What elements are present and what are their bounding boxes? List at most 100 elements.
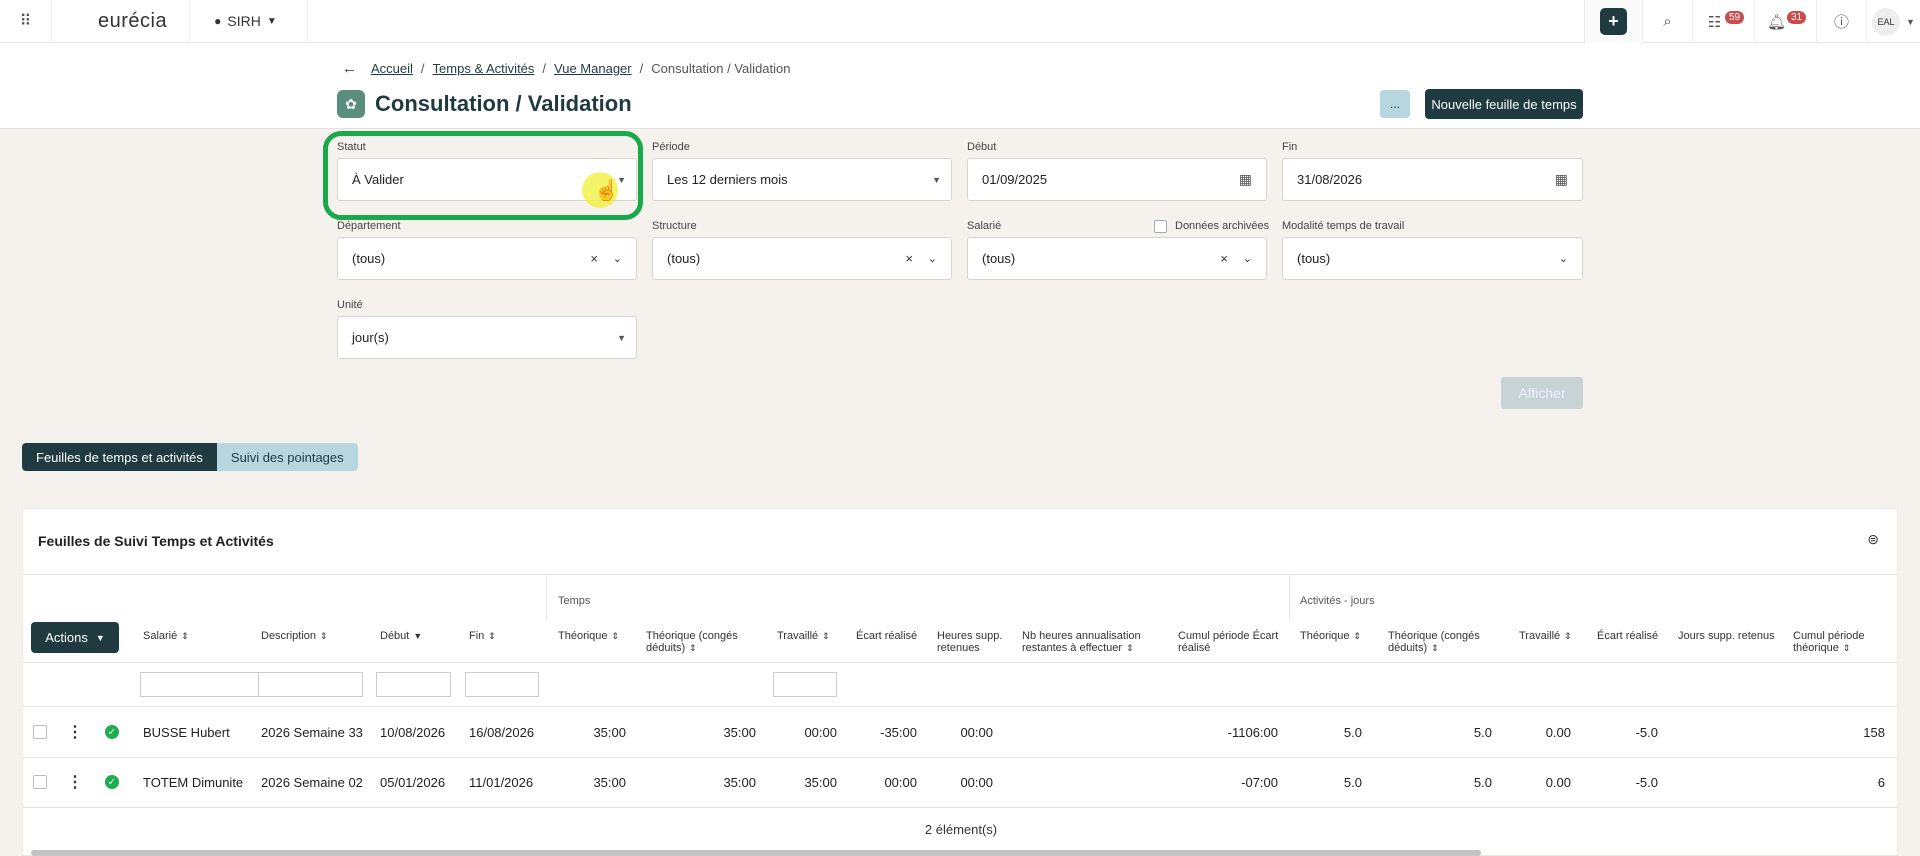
row-checkbox[interactable]: [33, 725, 47, 739]
unite-select[interactable]: jour(s) ▼: [337, 316, 637, 359]
cell-debut: 05/01/2026: [380, 775, 446, 790]
cell-cumul-ecart: -07:00: [1241, 775, 1278, 790]
tasks-icon: ☷: [1707, 13, 1722, 31]
top-bar: ⠿ eurécia ● SIRH ▼ + ⌕ ☷ 59 🔔︎ 31 ⓘ EAL ▼: [0, 0, 1920, 43]
col-travaille-label: Travaillé: [777, 630, 819, 642]
unite-value: jour(s): [352, 330, 389, 345]
debut-date-input[interactable]: 01/09/2025 ▦: [967, 158, 1267, 201]
col-a-ecart: Écart réalisé: [1597, 630, 1659, 642]
horizontal-scrollbar[interactable]: [31, 850, 1481, 856]
afficher-button[interactable]: Afficher: [1501, 377, 1583, 409]
col-a-travaille[interactable]: Travaillé ⇕: [1519, 630, 1572, 642]
filter-description-input[interactable]: [258, 672, 363, 697]
caret-down-icon: ▼: [617, 332, 626, 343]
actions-button[interactable]: Actions ▼: [31, 622, 119, 653]
page-title: Consultation / Validation: [375, 91, 632, 116]
tab-feuilles[interactable]: Feuilles de temps et activités: [22, 443, 217, 471]
divider: [23, 706, 1899, 707]
col-nb-heures-label: Nb heures annualisation restantes à effe…: [1022, 630, 1141, 654]
cell-a-theorique-conges: 5.0: [1473, 725, 1492, 740]
breadcrumb-current: Consultation / Validation: [651, 61, 791, 76]
breadcrumb-manager[interactable]: Vue Manager: [554, 61, 632, 76]
col-a-cumul-label: Cumul période théorique: [1793, 630, 1865, 654]
actions-label: Actions: [45, 630, 88, 645]
apps-grid-icon[interactable]: ⠿: [0, 0, 52, 43]
search-button[interactable]: ⌕: [1642, 0, 1692, 43]
row-count: 2 élément(s): [924, 822, 998, 837]
tasks-button[interactable]: ☷ 59: [1692, 0, 1754, 43]
column-settings-icon[interactable]: ⊜: [1867, 531, 1879, 548]
filter-debut-input[interactable]: [376, 672, 451, 697]
top-bar-actions: + ⌕ ☷ 59 🔔︎ 31 ⓘ EAL ▼: [1584, 0, 1920, 43]
help-button[interactable]: ⓘ: [1816, 0, 1866, 43]
col-a-theorique-conges[interactable]: Théorique (congés déduits) ⇕: [1388, 630, 1498, 654]
col-a-travaille-label: Travaillé: [1519, 630, 1561, 642]
kebab-menu-icon[interactable]: ⋮: [67, 772, 83, 792]
module-switcher[interactable]: ● SIRH ▼: [214, 13, 277, 29]
cell-salarie[interactable]: TOTEM Dimunite: [143, 775, 243, 790]
col-a-jours-supp: Jours supp. retenus: [1678, 630, 1775, 642]
cell-salarie[interactable]: BUSSE Hubert: [143, 725, 230, 740]
col-salarie[interactable]: Salarié ⇕: [143, 630, 189, 642]
cell-heures-supp: 00:00: [960, 725, 993, 740]
fin-date-input[interactable]: 31/08/2026 ▦: [1282, 158, 1583, 201]
new-timesheet-button[interactable]: Nouvelle feuille de temps: [1425, 89, 1583, 119]
breadcrumb-temps[interactable]: Temps & Activités: [433, 61, 535, 76]
chevron-down-icon: ⌄: [1242, 253, 1252, 265]
chevron-down-icon: ⌄: [927, 253, 937, 265]
calendar-icon[interactable]: ▦: [1239, 171, 1252, 188]
col-nb-heures[interactable]: Nb heures annualisation restantes à effe…: [1022, 630, 1162, 654]
notifications-button[interactable]: 🔔︎ 31: [1754, 0, 1816, 43]
salarie-select[interactable]: (tous) × ⌄: [967, 237, 1267, 280]
filter-salarie-input[interactable]: [140, 672, 276, 697]
cell-a-cumul: 6: [1877, 775, 1885, 790]
modalite-label: Modalité temps de travail: [1282, 220, 1405, 232]
divider: [189, 0, 191, 43]
archived-checkbox[interactable]: [1154, 220, 1167, 233]
filter-travaille-input[interactable]: [773, 672, 837, 697]
chevron-down-icon: ⌄: [1558, 253, 1568, 265]
back-arrow-icon[interactable]: ←: [342, 60, 357, 77]
drop-icon: ●: [214, 14, 222, 28]
cell-description: 2026 Semaine 33: [261, 725, 363, 740]
periode-label: Période: [652, 141, 690, 153]
col-salarie-label: Salarié: [143, 630, 178, 642]
breadcrumb-home[interactable]: Accueil: [371, 61, 413, 76]
cell-a-cumul: 158: [1863, 725, 1885, 740]
divider: [23, 807, 1899, 808]
cell-ecart: -35:00: [880, 725, 917, 740]
modalite-select[interactable]: (tous) ⌄: [1282, 237, 1583, 280]
col-theorique[interactable]: Théorique ⇕: [558, 630, 619, 642]
view-tabs: Feuilles de temps et activités Suivi des…: [22, 443, 358, 471]
structure-select[interactable]: (tous) × ⌄: [652, 237, 952, 280]
filter-fin-input[interactable]: [465, 672, 539, 697]
col-fin[interactable]: Fin ⇕: [469, 630, 496, 642]
calendar-icon[interactable]: ▦: [1555, 171, 1568, 188]
sort-icon: ⇕: [1431, 643, 1439, 653]
col-description-label: Description: [261, 630, 317, 642]
caret-down-icon: ▼: [932, 174, 941, 185]
create-button[interactable]: +: [1584, 0, 1642, 43]
tab-pointages[interactable]: Suivi des pointages: [216, 443, 358, 471]
clear-icon[interactable]: ×: [905, 251, 913, 266]
kebab-menu-icon[interactable]: ⋮: [67, 722, 83, 742]
row-checkbox[interactable]: [33, 775, 47, 789]
logo[interactable]: eurécia: [98, 10, 167, 33]
cell-theorique: 35:00: [593, 775, 626, 790]
col-a-theorique[interactable]: Théorique ⇕: [1300, 630, 1361, 642]
clear-icon[interactable]: ×: [1220, 251, 1228, 266]
user-menu[interactable]: EAL ▼: [1866, 0, 1920, 43]
col-a-cumul[interactable]: Cumul période théorique ⇕: [1793, 630, 1888, 654]
col-debut[interactable]: Début ▼: [380, 630, 422, 642]
fin-value: 31/08/2026: [1297, 172, 1363, 187]
more-button[interactable]: ...: [1380, 90, 1410, 118]
title-row: ✿ Consultation / Validation: [337, 90, 632, 118]
clear-icon[interactable]: ×: [590, 251, 598, 266]
col-theorique-conges[interactable]: Théorique (congés déduits) ⇕: [646, 630, 756, 654]
sort-icon: ⇕: [1126, 643, 1134, 653]
col-description[interactable]: Description ⇕: [261, 630, 328, 642]
col-travaille[interactable]: Travaillé ⇕: [777, 630, 830, 642]
col-cumul-ecart: Cumul période Écart réalisé: [1178, 630, 1279, 654]
periode-select[interactable]: Les 12 derniers mois ▼: [652, 158, 952, 201]
departement-select[interactable]: (tous) × ⌄: [337, 237, 637, 280]
